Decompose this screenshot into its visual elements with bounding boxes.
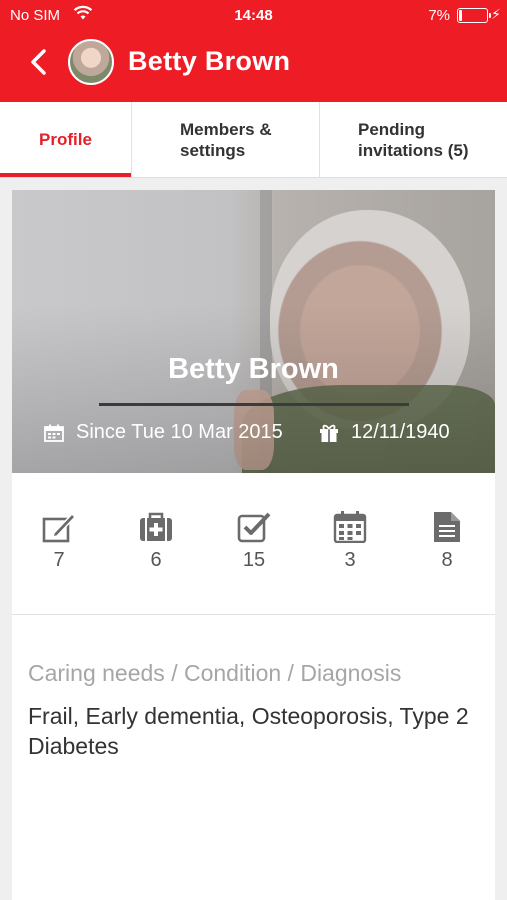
caring-needs-value: Frail, Early dementia, Osteoporosis, Typ… [28,703,469,759]
stat-documents-count: 8 [441,549,453,571]
app-header: No SIM 14:48 7% ⚡ Betty Brown [0,0,507,102]
stat-notes[interactable]: 7 [29,511,89,572]
birthday-text: 12/11/1940 [351,421,450,443]
chevron-left-icon [31,49,46,75]
profile-card: Betty Brown Since Tue 10 Mar 2015 12/11/… [12,190,495,900]
medical-kit-icon [140,512,172,541]
birthday: 12/11/1940 [319,421,450,444]
profile-name: Betty Brown [168,353,339,385]
tab-bar: Profile Members & settings Pending invit… [0,102,507,178]
status-bar: No SIM 14:48 7% ⚡ [0,0,507,32]
battery-icon [457,8,491,23]
charging-icon: ⚡ [491,6,501,22]
profile-cover-photo: Betty Brown Since Tue 10 Mar 2015 12/11/… [12,190,495,473]
checkbox-icon [237,512,271,543]
tab-profile-label: Profile [39,130,92,149]
stat-medical-count: 6 [150,549,162,571]
stats-row: 7 6 15 3 8 [12,473,495,615]
gift-icon [320,424,338,442]
stat-documents[interactable]: 8 [417,511,477,572]
calendar-small-icon [44,424,64,442]
calendar-icon [333,511,367,543]
tab-pending-label: Pending invitations (5) [358,119,469,160]
caring-needs-label: Caring needs / Condition / Diagnosis [28,660,402,686]
stat-appointments-count: 3 [344,549,356,571]
member-since: Since Tue 10 Mar 2015 [44,421,283,444]
document-icon [434,512,460,542]
tab-profile[interactable]: Profile [0,102,132,177]
stat-tasks[interactable]: 15 [224,511,284,572]
member-since-text: Since Tue 10 Mar 2015 [76,421,283,443]
tab-members-settings[interactable]: Members & settings [132,102,320,177]
stat-medical[interactable]: 6 [126,511,186,572]
back-button[interactable] [20,42,60,82]
avatar [68,39,114,85]
page-title: Betty Brown [128,46,291,76]
stat-tasks-count: 15 [242,549,266,571]
stat-appointments[interactable]: 3 [320,511,380,572]
tab-pending-invitations[interactable]: Pending invitations (5) [320,102,507,177]
stat-notes-count: 7 [53,549,65,571]
tab-members-label: Members & settings [180,119,272,160]
battery-percentage: 7% [428,7,450,24]
name-divider [99,403,409,406]
edit-note-icon [42,512,76,543]
